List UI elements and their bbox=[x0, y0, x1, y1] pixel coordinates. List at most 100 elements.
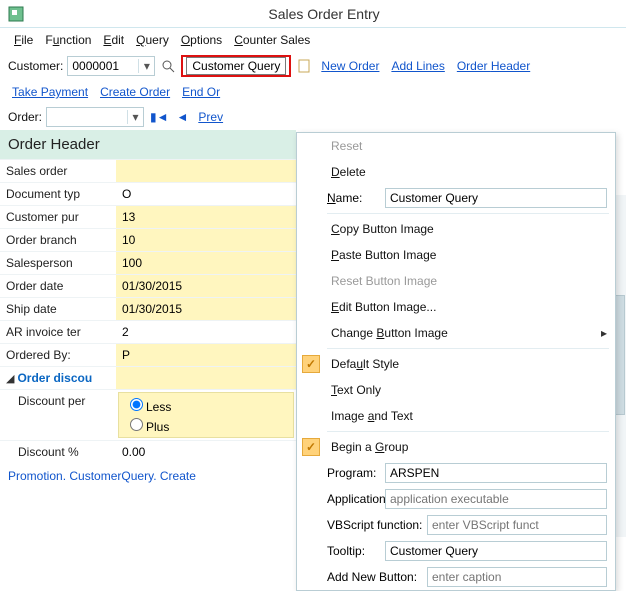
order-input[interactable] bbox=[47, 108, 127, 126]
customer-query-link[interactable]: CustomerQuery bbox=[69, 469, 153, 483]
doc-type-value[interactable]: O bbox=[116, 183, 296, 205]
ctx-copy-image[interactable]: Copy Button Image bbox=[297, 216, 615, 242]
footer-links: Promotion. CustomerQuery. Create bbox=[0, 463, 296, 489]
check-icon: ✓ bbox=[306, 357, 316, 371]
ctx-text-only[interactable]: Text Only bbox=[297, 377, 615, 403]
salesperson-value[interactable]: 100 bbox=[116, 252, 296, 274]
radio-less-input[interactable] bbox=[130, 398, 143, 411]
ctx-begin-group[interactable]: ✓Begin a Group bbox=[297, 434, 615, 460]
toolbar-2: Take Payment Create Order End Or bbox=[0, 80, 626, 104]
ctx-vbscript-input[interactable] bbox=[427, 515, 607, 535]
ctx-reset-image: Reset Button Image bbox=[297, 268, 615, 294]
discount-pct-label: Discount % bbox=[0, 441, 116, 463]
ctx-addnew-row: Add New Button: bbox=[297, 564, 615, 590]
menu-bar: File Function Edit Query Options Counter… bbox=[0, 28, 626, 52]
collapse-icon[interactable]: ◢ bbox=[6, 373, 17, 385]
order-date-label: Order date bbox=[0, 275, 116, 297]
discount-radio-group: Less Plus bbox=[118, 392, 294, 438]
order-discount-group[interactable]: ◢Order discou bbox=[0, 367, 116, 389]
title-bar: Sales Order Entry bbox=[0, 0, 626, 28]
radio-plus[interactable]: Plus bbox=[125, 415, 287, 435]
order-header-button[interactable]: Order Header bbox=[453, 57, 534, 75]
radio-less[interactable]: Less bbox=[125, 395, 287, 415]
ctx-program-row: Program: bbox=[297, 460, 615, 486]
ctx-image-and-text[interactable]: Image and Text bbox=[297, 403, 615, 429]
ctx-tooltip-input[interactable] bbox=[385, 541, 607, 561]
order-combo[interactable]: ▾ bbox=[46, 107, 144, 127]
take-payment-button[interactable]: Take Payment bbox=[8, 83, 92, 101]
search-icon[interactable] bbox=[159, 57, 177, 75]
chevron-down-icon[interactable]: ▾ bbox=[127, 110, 143, 124]
ctx-application-row: Application: bbox=[297, 486, 615, 512]
prev-button[interactable]: Prev bbox=[194, 108, 227, 126]
customer-input[interactable] bbox=[68, 57, 138, 75]
ctx-addnew-label: Add New Button: bbox=[297, 570, 427, 584]
order-label: Order: bbox=[8, 110, 42, 124]
section-header: Order Header bbox=[0, 130, 296, 159]
menu-edit[interactable]: Edit bbox=[99, 31, 128, 49]
ctx-vbscript-label: VBScript function: bbox=[297, 518, 427, 532]
menu-function[interactable]: Function bbox=[41, 31, 95, 49]
order-bar: Order: ▾ ▮◄ ◄ Prev bbox=[0, 104, 626, 130]
order-branch-label: Order branch bbox=[0, 229, 116, 251]
customer-label: Customer: bbox=[8, 59, 63, 73]
create-order-button[interactable]: Create Order bbox=[96, 83, 174, 101]
promotion-link[interactable]: Promotion bbox=[8, 469, 63, 483]
customer-query-button-highlight: Customer Query bbox=[181, 55, 291, 77]
window-title: Sales Order Entry bbox=[30, 6, 618, 22]
ctx-edit-image[interactable]: Edit Button Image... bbox=[297, 294, 615, 320]
radio-plus-input[interactable] bbox=[130, 418, 143, 431]
add-lines-button[interactable]: Add Lines bbox=[387, 57, 448, 75]
create-link[interactable]: Create bbox=[160, 469, 196, 483]
doc-type-label: Document typ bbox=[0, 183, 116, 205]
menu-options[interactable]: Options bbox=[177, 31, 226, 49]
nav-first-icon[interactable]: ▮◄ bbox=[148, 110, 170, 124]
ctx-vbscript-row: VBScript function: bbox=[297, 512, 615, 538]
chevron-down-icon[interactable]: ▾ bbox=[138, 59, 154, 73]
ctx-name-label: Name: bbox=[297, 191, 385, 205]
ctx-tooltip-row: Tooltip: bbox=[297, 538, 615, 564]
new-order-button[interactable]: New Order bbox=[317, 57, 383, 75]
ordered-by-value[interactable]: P bbox=[116, 344, 296, 366]
ctx-name-row: Name: bbox=[297, 185, 615, 211]
ctx-program-label: Program: bbox=[297, 466, 385, 480]
order-branch-value[interactable]: 10 bbox=[116, 229, 296, 251]
discount-pct-value[interactable]: 0.00 bbox=[116, 441, 296, 463]
ctx-reset: Reset bbox=[297, 133, 615, 159]
ship-date-value[interactable]: 01/30/2015 bbox=[116, 298, 296, 320]
order-header-panel: Order Header Sales order Document typO C… bbox=[0, 130, 296, 489]
customer-po-value[interactable]: 13 bbox=[116, 206, 296, 228]
menu-file[interactable]: File bbox=[10, 31, 37, 49]
ordered-by-label: Ordered By: bbox=[0, 344, 116, 366]
ctx-tooltip-label: Tooltip: bbox=[297, 544, 385, 558]
app-icon bbox=[8, 6, 24, 22]
customer-combo[interactable]: ▾ bbox=[67, 56, 155, 76]
ctx-application-input[interactable] bbox=[385, 489, 607, 509]
customer-po-label: Customer pur bbox=[0, 206, 116, 228]
ctx-name-input[interactable] bbox=[385, 188, 607, 208]
end-order-button[interactable]: End Or bbox=[178, 83, 224, 101]
ar-terms-label: AR invoice ter bbox=[0, 321, 116, 343]
menu-counter-sales[interactable]: Counter Sales bbox=[230, 31, 314, 49]
sales-order-value[interactable] bbox=[116, 160, 296, 182]
order-date-value[interactable]: 01/30/2015 bbox=[116, 275, 296, 297]
ctx-program-input[interactable] bbox=[385, 463, 607, 483]
ship-date-label: Ship date bbox=[0, 298, 116, 320]
sales-order-label: Sales order bbox=[0, 160, 116, 182]
salesperson-label: Salesperson bbox=[0, 252, 116, 274]
discount-per-value: Less Plus bbox=[116, 390, 296, 440]
ctx-change-image[interactable]: Change Button Image▸ bbox=[297, 320, 615, 346]
context-menu: Reset Delete Name: Copy Button Image Pas… bbox=[296, 132, 616, 591]
menu-query[interactable]: Query bbox=[132, 31, 173, 49]
chevron-right-icon: ▸ bbox=[601, 326, 615, 340]
toolbar-1: Customer: ▾ Customer Query New Order Add… bbox=[0, 52, 626, 80]
customer-query-button[interactable]: Customer Query bbox=[186, 57, 286, 75]
order-discount-value[interactable] bbox=[116, 367, 296, 389]
ctx-default-style[interactable]: ✓Default Style bbox=[297, 351, 615, 377]
ctx-addnew-input[interactable] bbox=[427, 567, 607, 587]
ar-terms-value[interactable]: 2 bbox=[116, 321, 296, 343]
nav-prev-icon[interactable]: ◄ bbox=[175, 110, 191, 124]
ctx-application-label: Application: bbox=[297, 492, 385, 506]
ctx-paste-image[interactable]: Paste Button Image bbox=[297, 242, 615, 268]
ctx-delete[interactable]: Delete bbox=[297, 159, 615, 185]
